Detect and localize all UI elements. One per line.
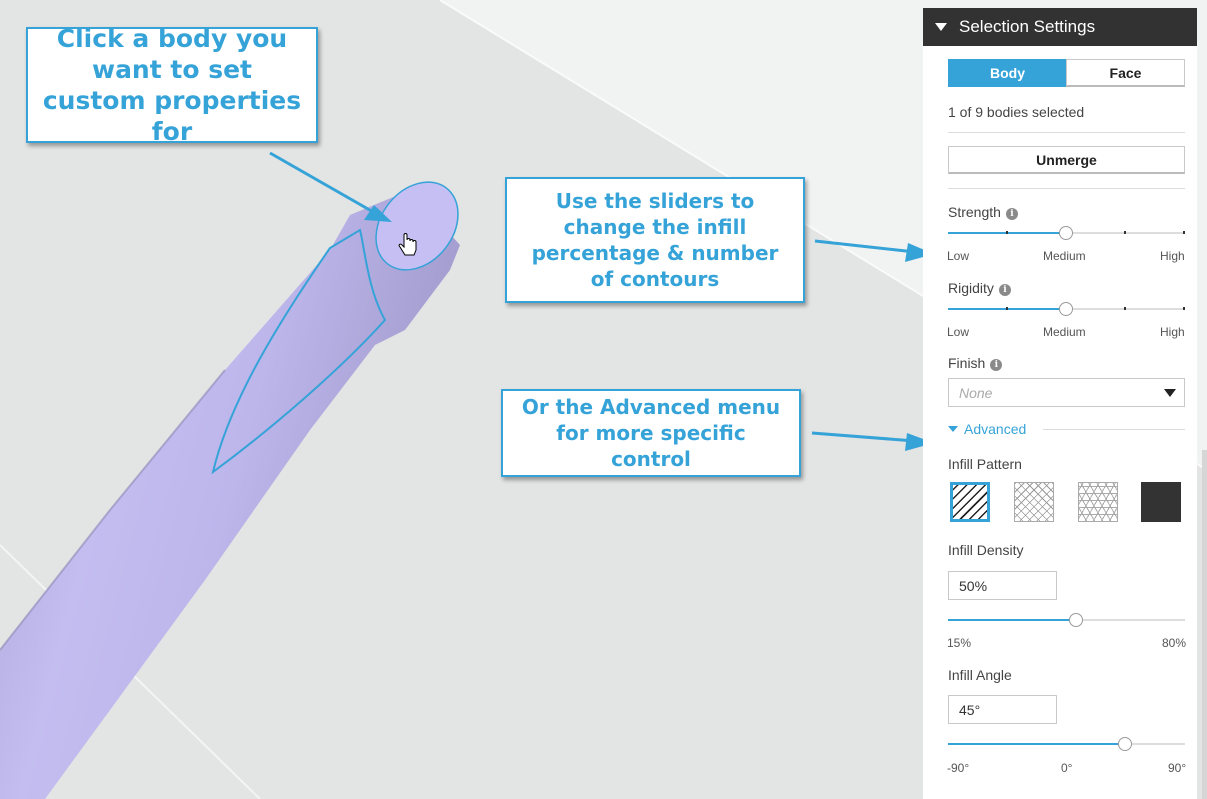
divider: [948, 132, 1185, 133]
callout-advanced: Or the Advanced menu for more specific c…: [501, 389, 801, 477]
rigidity-min-label: Low: [947, 325, 970, 339]
pattern-triangles-icon[interactable]: [1078, 482, 1118, 522]
unmerge-button[interactable]: Unmerge: [948, 146, 1185, 174]
rigidity-mid-label: Medium: [1043, 325, 1086, 339]
tab-body[interactable]: Body: [948, 59, 1067, 87]
strength-thumb[interactable]: [1059, 226, 1073, 240]
divider: [1043, 429, 1185, 430]
chevron-down-icon[interactable]: [1164, 389, 1176, 397]
infill-angle-max-label: 90°: [1168, 761, 1187, 775]
pattern-crosshatch-icon[interactable]: [1014, 482, 1054, 522]
rigidity-thumb[interactable]: [1059, 302, 1073, 316]
callout-click-body: Click a body you want to set custom prop…: [26, 24, 318, 146]
collapse-triangle-icon[interactable]: [935, 23, 947, 31]
pattern-diagonal-lines-icon[interactable]: [950, 482, 990, 522]
infill-angle-slider[interactable]: [948, 735, 1185, 753]
selection-status: 1 of 9 bodies selected: [948, 104, 1085, 120]
info-icon[interactable]: i: [1005, 208, 1018, 220]
infill-density-input[interactable]: 50%: [948, 571, 1057, 600]
panel-scrollbar[interactable]: [1202, 450, 1207, 799]
info-icon[interactable]: i: [998, 284, 1011, 296]
info-icon[interactable]: i: [990, 359, 1003, 371]
rigidity-label-text: Rigidity: [948, 280, 994, 296]
strength-min-label: Low: [947, 249, 970, 263]
infill-pattern-label: Infill Pattern: [948, 456, 1022, 472]
rigidity-max-label: High: [1160, 325, 1185, 339]
infill-angle-thumb[interactable]: [1118, 737, 1132, 751]
infill-angle-min-label: -90°: [947, 761, 970, 775]
panel-header[interactable]: Selection Settings: [923, 8, 1197, 46]
caret-down-icon: [948, 426, 958, 432]
infill-density-max-label: 80%: [1162, 636, 1187, 650]
panel-title: Selection Settings: [959, 17, 1096, 36]
selection-settings-panel: Selection Settings Body Face 1 of 9 bodi…: [923, 8, 1197, 799]
infill-density-slider[interactable]: [948, 611, 1185, 629]
finish-placeholder: None: [959, 384, 993, 401]
finish-select[interactable]: None: [948, 378, 1185, 407]
infill-density-fill: [948, 619, 1076, 621]
infill-angle-input[interactable]: 45°: [948, 695, 1057, 724]
infill-density-thumb[interactable]: [1069, 613, 1083, 627]
finish-label-text: Finish: [948, 355, 986, 371]
divider: [948, 188, 1185, 189]
infill-angle-label: Infill Angle: [948, 667, 1012, 683]
infill-density-label: Infill Density: [948, 542, 1024, 558]
advanced-toggle[interactable]: Advanced: [948, 421, 1088, 439]
strength-label-text: Strength: [948, 204, 1001, 220]
strength-slider[interactable]: [948, 224, 1185, 242]
strength-label: Strength i: [948, 204, 1018, 220]
tab-face[interactable]: Face: [1066, 59, 1185, 87]
infill-angle-mid-label: 0°: [1061, 761, 1073, 775]
infill-density-min-label: 15%: [947, 636, 972, 650]
callout-sliders: Use the sliders to change the infill per…: [505, 177, 805, 303]
advanced-label: Advanced: [964, 421, 1027, 437]
rigidity-label: Rigidity i: [948, 280, 1011, 296]
pattern-solid-icon[interactable]: [1141, 482, 1181, 522]
rigidity-slider[interactable]: [948, 300, 1185, 318]
strength-mid-label: Medium: [1043, 249, 1086, 263]
finish-label: Finish i: [948, 355, 1003, 371]
infill-angle-fill: [948, 743, 1125, 745]
strength-max-label: High: [1160, 249, 1185, 263]
